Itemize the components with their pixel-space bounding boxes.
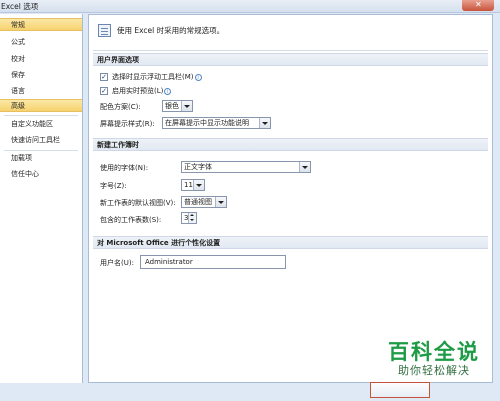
username-label: 用户名(U):: [100, 259, 134, 267]
font-size-label: 字号(Z):: [100, 182, 127, 190]
font-select[interactable]: 正文字体: [181, 161, 311, 173]
sidebar-item-quick-access-toolbar[interactable]: 快速访问工具栏: [0, 134, 82, 147]
options-page-icon: [98, 24, 111, 37]
sidebar-item-label: 常规: [11, 21, 25, 29]
font-size-select[interactable]: 11: [181, 179, 205, 191]
watermark-logo: 百科全说 助你轻松解决: [372, 340, 496, 378]
watermark-subtitle: 助你轻松解决: [394, 364, 474, 378]
info-icon: i: [194, 73, 202, 81]
sidebar-item-customize-ribbon[interactable]: 自定义功能区: [0, 118, 82, 131]
sidebar-item-language[interactable]: 语言: [0, 85, 82, 98]
chevron-down-icon: [215, 197, 226, 207]
close-button[interactable]: ✕: [462, 0, 494, 11]
spin-arrows-icon[interactable]: [188, 213, 196, 223]
sidebar-divider: [4, 115, 78, 116]
sidebar-item-label: 校对: [11, 55, 25, 63]
header-divider: [93, 50, 488, 51]
sidebar-item-label: 保存: [11, 71, 25, 79]
color-scheme-select[interactable]: 银色: [162, 100, 193, 112]
ok-button[interactable]: [370, 382, 430, 398]
sidebar-item-label: 加载项: [11, 154, 32, 162]
font-size-value: 11: [184, 181, 193, 189]
page-description: 使用 Excel 时采用的常规选项。: [117, 26, 225, 35]
options-sidebar: 常规 公式 校对 保存 语言 高级 自定义功能区 快速访问工具栏 加载项 信任中…: [0, 14, 83, 383]
sheet-count-label: 包含的工作表数(S):: [100, 216, 162, 224]
mini-toolbar-row: 选择时显示浮动工具栏(M) i: [112, 72, 202, 82]
chevron-down-icon: [299, 162, 310, 172]
sidebar-divider: [4, 150, 78, 151]
watermark-title: 百科全说: [388, 340, 480, 364]
sidebar-item-proofing[interactable]: 校对: [0, 53, 82, 66]
sidebar-item-label: 语言: [11, 87, 25, 95]
username-input[interactable]: Administrator: [140, 255, 286, 269]
info-icon: i: [164, 87, 172, 95]
chevron-down-icon: [259, 118, 270, 128]
default-view-label: 新工作表的默认视图(V):: [100, 199, 176, 207]
sidebar-item-label: 信任中心: [11, 170, 39, 178]
sidebar-item-general[interactable]: 常规: [0, 18, 82, 31]
default-view-value: 普通视图: [184, 198, 212, 206]
color-scheme-label: 配色方案(C):: [100, 103, 141, 111]
close-icon: ✕: [475, 0, 482, 9]
section-personalize: 对 Microsoft Office 进行个性化设置: [93, 236, 488, 249]
window-title: Excel 选项: [1, 2, 39, 11]
live-preview-label: 启用实时预览(L): [112, 87, 164, 95]
mini-toolbar-label: 选择时显示浮动工具栏(M): [112, 73, 194, 81]
tooltip-style-select[interactable]: 在屏幕提示中显示功能说明: [162, 117, 271, 129]
sheet-count-stepper[interactable]: 3: [181, 212, 197, 224]
sidebar-item-label: 公式: [11, 38, 25, 46]
mini-toolbar-checkbox[interactable]: ✓: [100, 73, 108, 81]
chevron-down-icon: [181, 101, 192, 111]
section-ui-options: 用户界面选项: [93, 53, 488, 66]
options-content: 使用 Excel 时采用的常规选项。 用户界面选项 ✓ 选择时显示浮动工具栏(M…: [88, 14, 493, 383]
sidebar-item-formulas[interactable]: 公式: [0, 36, 82, 49]
sidebar-item-save[interactable]: 保存: [0, 69, 82, 82]
sidebar-item-label: 自定义功能区: [11, 120, 53, 128]
default-view-select[interactable]: 普通视图: [181, 196, 227, 208]
sidebar-item-trust-center[interactable]: 信任中心: [0, 168, 82, 181]
tooltip-style-value: 在屏幕提示中显示功能说明: [165, 119, 249, 127]
sidebar-item-label: 快速访问工具栏: [11, 136, 60, 144]
font-label: 使用的字体(N):: [100, 164, 149, 172]
username-value: Administrator: [145, 258, 193, 266]
sidebar-item-label: 高级: [11, 102, 25, 110]
live-preview-checkbox[interactable]: ✓: [100, 87, 108, 95]
section-new-workbook: 新建工作簿时: [93, 138, 488, 151]
chevron-down-icon: [193, 180, 204, 190]
title-bar: Excel 选项 ✕: [0, 0, 500, 13]
live-preview-row: 启用实时预览(L) i: [112, 86, 172, 96]
sidebar-item-add-ins[interactable]: 加载项: [0, 152, 82, 165]
sidebar-item-advanced[interactable]: 高级: [0, 99, 82, 112]
color-scheme-value: 银色: [165, 102, 179, 110]
tooltip-style-label: 屏幕提示样式(R):: [100, 120, 155, 128]
font-value: 正文字体: [184, 163, 212, 171]
